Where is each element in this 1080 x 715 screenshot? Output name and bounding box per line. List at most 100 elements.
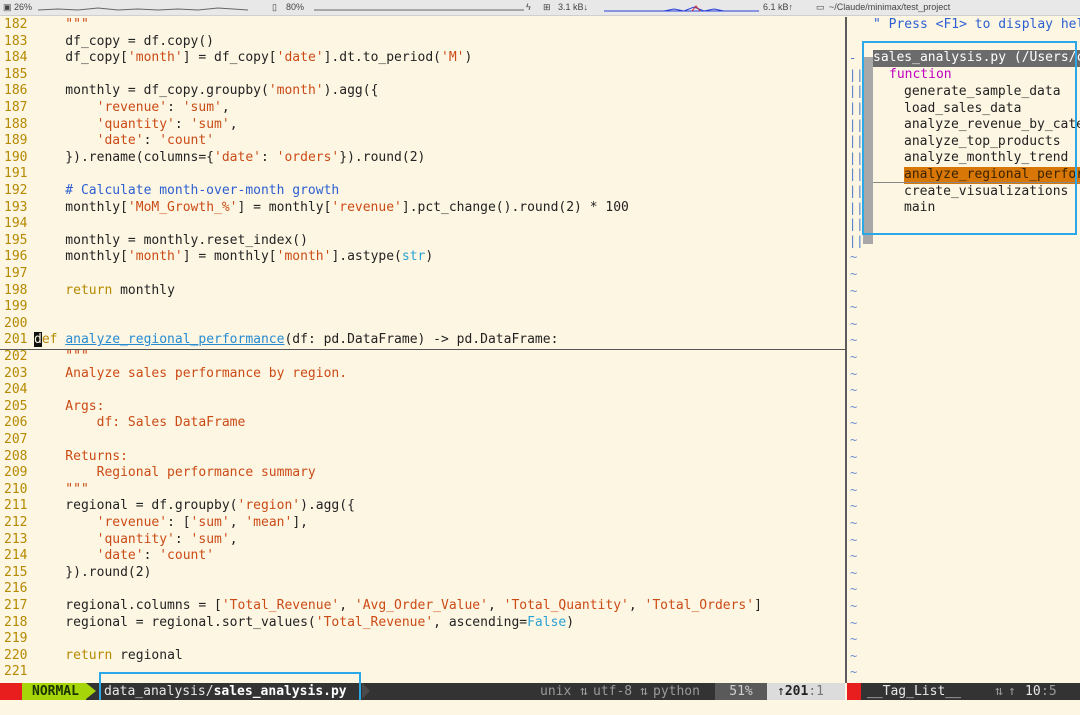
code-token: monthly (112, 282, 175, 298)
cpu-graph (38, 7, 248, 11)
code-text: monthly['month'] = monthly['month'].asty… (34, 249, 433, 266)
code-token: monthly[ (34, 249, 128, 265)
code-token: monthly[ (34, 199, 128, 215)
code-token: 'month' (268, 83, 324, 99)
line-number: 199 (4, 299, 28, 315)
code-line[interactable]: 216 (0, 581, 845, 598)
code-line[interactable]: 214 'date': 'count' (0, 548, 845, 565)
bolt-icon: ϟ (526, 2, 531, 12)
code-line[interactable]: 217 regional.columns = ['Total_Revenue',… (0, 598, 845, 615)
code-token: : [ (167, 515, 191, 530)
code-line[interactable]: 193 monthly['MoM_Growth_%'] = monthly['r… (0, 200, 845, 217)
code-line[interactable]: 189 'date': 'count' (0, 133, 845, 150)
code-text: regional = df.groupby('region').agg({ (34, 498, 355, 515)
code-token: 'Avg_Order_Value' (354, 598, 488, 613)
command-line[interactable] (0, 700, 1080, 715)
window-divider[interactable] (845, 17, 847, 683)
code-line[interactable]: 186 monthly = df_copy.groupby('month').a… (0, 83, 845, 100)
code-token: 'sum' (190, 116, 230, 132)
code-line[interactable]: 182 """ (0, 17, 845, 34)
code-token: ] = df_copy[ (182, 50, 277, 66)
code-line[interactable]: 204 (0, 382, 845, 399)
fold-marker: || (849, 101, 864, 115)
system-status-bar: ▣ 26% ▯ 80% ϟ ⊞ 3.1 kB↓ 6.1 kB↑ ▭ ~/Clau… (0, 0, 1080, 16)
code-token: ).agg({ (300, 498, 355, 514)
code-line[interactable]: 202 """ (0, 349, 845, 366)
code-line[interactable]: 211 regional = df.groupby('region').agg(… (0, 498, 845, 515)
empty-line-marker: ~ (850, 366, 858, 381)
code-line[interactable]: 199 (0, 299, 845, 316)
code-token: analyze_regional_performance (65, 332, 285, 348)
code-text: monthly['MoM_Growth_%'] = monthly['reven… (34, 200, 629, 217)
code-line[interactable]: 196 monthly['month'] = monthly['month'].… (0, 249, 845, 266)
file-encoding: utf-8 (593, 684, 633, 699)
code-line[interactable]: 205 Args: (0, 399, 845, 416)
line-arrow-icon: ↑ (1008, 684, 1016, 699)
code-line[interactable]: 195 monthly = monthly.reset_index() (0, 233, 845, 250)
project-path: ~/Claude/minimax/test_project (829, 2, 951, 12)
code-text: 'revenue': 'sum', (34, 100, 230, 117)
code-text: regional.columns = ['Total_Revenue', 'Av… (34, 598, 762, 615)
empty-line-marker: ~ (850, 665, 858, 680)
code-token: : (260, 149, 277, 165)
code-line[interactable]: 207 (0, 432, 845, 449)
code-token: 'quantity' (34, 531, 175, 547)
code-line[interactable]: 184 df_copy['month'] = df_copy['date'].d… (0, 50, 845, 67)
cursor-col: :1 (808, 684, 824, 699)
empty-line-marker: ~ (850, 433, 858, 447)
code-text: Args: (34, 399, 104, 416)
code-line[interactable]: 200 (0, 316, 845, 333)
code-line[interactable]: 219 (0, 631, 845, 648)
code-line[interactable]: 208 Returns: (0, 449, 845, 466)
line-number: 216 (4, 581, 28, 597)
code-line[interactable]: 191 (0, 166, 845, 183)
code-token: ] (754, 598, 762, 613)
code-line[interactable]: 220 return regional (0, 648, 845, 665)
code-line[interactable]: 203 Analyze sales performance by region. (0, 366, 845, 383)
code-line[interactable]: 188 'quantity': 'sum', (0, 117, 845, 134)
line-number: 187 (4, 100, 28, 115)
line-number: 214 (4, 548, 28, 564)
code-line[interactable]: 187 'revenue': 'sum', (0, 100, 845, 117)
empty-line-marker: ~ (850, 267, 858, 281)
code-line[interactable]: 194 (0, 216, 845, 233)
code-line[interactable]: 218 regional = regional.sort_values('Tot… (0, 615, 845, 632)
code-token: }).round(2) (339, 149, 426, 165)
code-line[interactable]: 209 Regional performance summary (0, 465, 845, 482)
mode-separator (86, 683, 96, 699)
code-text: regional = regional.sort_values('Total_R… (34, 615, 574, 632)
code-text: df_copy['month'] = df_copy['date'].dt.to… (34, 50, 472, 67)
code-line[interactable]: 215 }).round(2) (0, 565, 845, 582)
fold-marker: || (849, 84, 864, 99)
code-line[interactable]: 183 df_copy = df.copy() (0, 34, 845, 51)
tag-list-status-line: __Tag_List__ ⇅ ↑ 10 :5 (847, 683, 1080, 700)
code-token: 'revenue' (34, 515, 168, 530)
code-line[interactable]: 192 # Calculate month-over-month growth (0, 183, 845, 200)
code-line-current[interactable]: 201 def analyze_regional_performance(df: … (0, 332, 845, 350)
line-number: 217 (4, 598, 28, 613)
empty-line-marker: ~ (850, 250, 858, 265)
line-number: 183 (4, 33, 28, 49)
code-token: ], (292, 515, 308, 530)
code-line[interactable]: 190 }).rename(columns={'date': 'orders'}… (0, 150, 845, 167)
code-editor[interactable]: 182 """ 183 df_copy = df.copy() 184 df_cop… (0, 17, 845, 683)
code-text: 'date': 'count' (34, 133, 214, 150)
code-line[interactable]: 212 'revenue': ['sum', 'mean'], (0, 515, 845, 532)
fold-marker: || (849, 200, 864, 215)
code-line[interactable]: 210 """ (0, 482, 845, 499)
code-line[interactable]: 197 (0, 266, 845, 283)
code-token: str (401, 249, 426, 265)
code-text: """ (34, 482, 89, 499)
code-token: 'revenue' (34, 100, 168, 115)
code-line[interactable]: 206 df: Sales DataFrame (0, 415, 845, 432)
code-line[interactable]: 198 return monthly (0, 283, 845, 300)
line-number: 184 (4, 50, 28, 66)
code-line[interactable]: 213 'quantity': 'sum', (0, 532, 845, 549)
code-text: Returns: (34, 449, 128, 466)
line-arrow-icon: ↑ (777, 684, 785, 699)
code-text: return monthly (34, 283, 175, 300)
line-number: 197 (4, 266, 28, 281)
code-token: , (229, 515, 246, 530)
line-number: 212 (4, 515, 28, 530)
code-line[interactable]: 185 (0, 67, 845, 84)
